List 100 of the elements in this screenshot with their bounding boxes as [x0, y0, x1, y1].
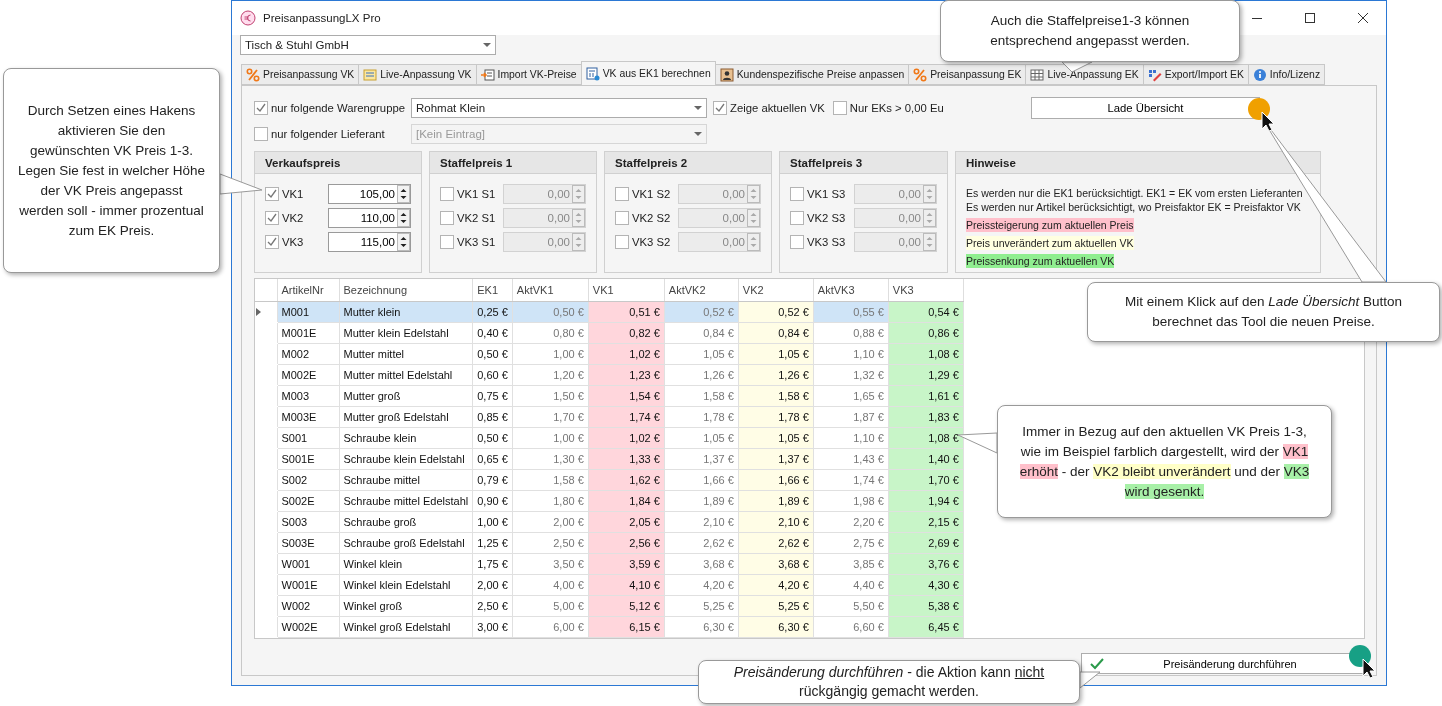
checkbox[interactable] — [265, 211, 279, 225]
group-title: Staffelpreis 3 — [780, 152, 947, 174]
column-header[interactable]: AktVK1 — [512, 279, 589, 301]
window-title: PreisanpassungLX Pro — [263, 12, 381, 24]
table-cell: M001 — [277, 301, 339, 322]
spin-arrows-icon[interactable] — [397, 185, 410, 203]
load-overview-button[interactable]: Lade Übersicht — [1031, 97, 1260, 119]
checkbox[interactable] — [254, 127, 268, 141]
checkbox-label[interactable]: nur folgender Lieferant — [254, 127, 411, 141]
hint-text: Es werden nur die EK1 berücksichtigt. EK1 = EK vom ersten Lieferanten — [966, 186, 1303, 200]
company-dropdown[interactable]: Tisch & Stuhl GmbH — [240, 35, 496, 55]
checkbox-label[interactable]: VK2 S2 — [615, 211, 671, 225]
checkbox[interactable] — [615, 235, 629, 249]
table-cell: M002 — [277, 343, 339, 364]
checkbox-label[interactable]: VK1 S2 — [615, 187, 671, 201]
checkbox-label[interactable]: Zeige aktuellen VK — [713, 101, 825, 115]
checkbox[interactable] — [790, 187, 804, 201]
maximize-icon — [1305, 13, 1315, 23]
checkbox-label[interactable]: VK1 — [265, 187, 304, 201]
checkbox-label[interactable]: VK1 S3 — [790, 187, 846, 201]
checkmark-icon — [1090, 657, 1104, 670]
spin-arrows-icon[interactable] — [397, 209, 410, 227]
column-header[interactable]: VK3 — [888, 279, 964, 301]
spin-arrows-icon[interactable] — [397, 233, 410, 251]
tab[interactable]: Live-Anpassung VK — [358, 64, 477, 85]
checkbox[interactable] — [790, 211, 804, 225]
column-header[interactable]: VK2 — [738, 279, 814, 301]
group-title: Staffelpreis 2 — [605, 152, 771, 174]
checkbox[interactable] — [440, 235, 454, 249]
checkbox-label[interactable]: Nur EKs > 0,00 Eu — [832, 101, 944, 115]
group-title: Verkaufspreis — [255, 152, 421, 174]
check-icon — [715, 103, 725, 113]
table-cell: S002E — [277, 490, 339, 511]
tab[interactable]: Preisanpassung EK — [908, 64, 1027, 85]
table-cell: S003 — [277, 511, 339, 532]
tab[interactable]: Kundenspezifische Preise anpassen — [714, 64, 910, 85]
column-header[interactable]: Bezeichnung — [339, 279, 473, 301]
callout-text: Mit einem Klick auf den Lade Übersicht Button berechnet das Tool die neuen Preise. — [1124, 293, 1403, 331]
spreadsheet-icon — [363, 67, 378, 82]
checkbox-label[interactable]: VK3 — [265, 235, 304, 249]
table-cell: S001E — [277, 448, 339, 469]
checkbox[interactable] — [265, 235, 279, 249]
number-spinner[interactable]: 110,00 — [328, 208, 411, 228]
checkbox-label[interactable]: nur folgende Warengruppe — [254, 101, 411, 115]
column-header[interactable]: VK1 — [588, 279, 665, 301]
check-icon — [267, 237, 277, 247]
table-cell: M003E — [277, 406, 339, 427]
table-cell: W002 — [277, 595, 339, 616]
number-spinner[interactable]: 115,00 — [328, 232, 411, 252]
group-title: Hinweise — [956, 152, 1320, 174]
dropdown-arrow-icon — [483, 42, 491, 48]
callout-text: Immer in Bezug auf den aktuellen VK Preis 1-3, wie im Beispiel farblich dargestellt, wird der VK1 erhöht - der VK2 bleibt unverändert und der VK3 wird gesenkt. — [1018, 422, 1311, 501]
table-cell: W001 — [277, 553, 339, 574]
group-title: Staffelpreis 1 — [430, 152, 596, 174]
callout-text: Auch die Staffelpreise1-3 können entsprechend angepasst werden. — [989, 12, 1191, 50]
checkbox-label[interactable]: VK3 S3 — [790, 235, 846, 249]
column-header[interactable]: AktVK3 — [813, 279, 889, 301]
check-icon — [256, 103, 266, 113]
column-header[interactable]: ArtikelNr — [277, 279, 339, 301]
product-group-dropdown[interactable]: Rohmat Klein — [411, 98, 707, 118]
calculator-icon — [585, 66, 600, 81]
table-cell: S002 — [277, 469, 339, 490]
checkbox[interactable] — [615, 211, 629, 225]
checkbox[interactable] — [832, 101, 847, 115]
checkbox[interactable] — [713, 101, 727, 115]
table-cell: W001E — [277, 574, 339, 595]
percent-icon — [246, 67, 260, 82]
tab[interactable]: Preisanpassung VK — [241, 64, 360, 85]
checkbox[interactable] — [615, 187, 629, 201]
minimize-icon — [1252, 17, 1262, 19]
column-header[interactable]: EK1 — [472, 279, 513, 301]
column-header[interactable]: AktVK2 — [664, 279, 739, 301]
callout-text: Durch Setzen eines Hakens aktivieren Sie den gewünschten VK Preis 1-3. Legen Sie fest in welcher Höhe der VK Preis angepasst werden soll - immer prozentual zum EK Preis. — [18, 101, 205, 240]
info-icon — [1252, 67, 1267, 82]
checkbox-label[interactable]: VK3 S2 — [615, 235, 671, 249]
dropdown-arrow-icon — [694, 131, 702, 137]
table-cell: S003E — [277, 532, 339, 553]
checkbox[interactable] — [254, 101, 268, 115]
checkbox[interactable] — [440, 187, 454, 201]
table-cell: M003 — [277, 385, 339, 406]
checkbox[interactable] — [265, 187, 279, 201]
checkbox-label[interactable]: VK1 S1 — [440, 187, 496, 201]
euro-app-icon — [240, 10, 256, 26]
checkbox[interactable] — [790, 235, 804, 249]
person-icon — [719, 67, 734, 82]
table-cell: M001E — [277, 322, 339, 343]
callout-text: Preisänderung durchführen - die Aktion kann nicht rückgängig gemacht werden. — [732, 663, 1046, 701]
percent-icon — [913, 67, 928, 82]
checkbox-label[interactable]: VK2 S3 — [790, 211, 846, 225]
export-icon — [1147, 67, 1162, 82]
hint-text: Preis unverändert zum aktuellen VK — [966, 236, 1134, 250]
checkbox-label[interactable]: VK2 S1 — [440, 211, 496, 225]
tab[interactable]: Info/Lizenz — [1247, 64, 1326, 85]
number-spinner[interactable]: 105,00 — [328, 184, 411, 204]
tab[interactable]: Import VK-Preise — [475, 64, 582, 85]
dropdown-arrow-icon — [694, 105, 702, 111]
checkbox-label[interactable]: VK3 S1 — [440, 235, 496, 249]
tab[interactable]: Export/Import EK — [1142, 64, 1249, 85]
checkbox[interactable] — [440, 211, 454, 225]
checkbox-label[interactable]: VK2 — [265, 211, 304, 225]
